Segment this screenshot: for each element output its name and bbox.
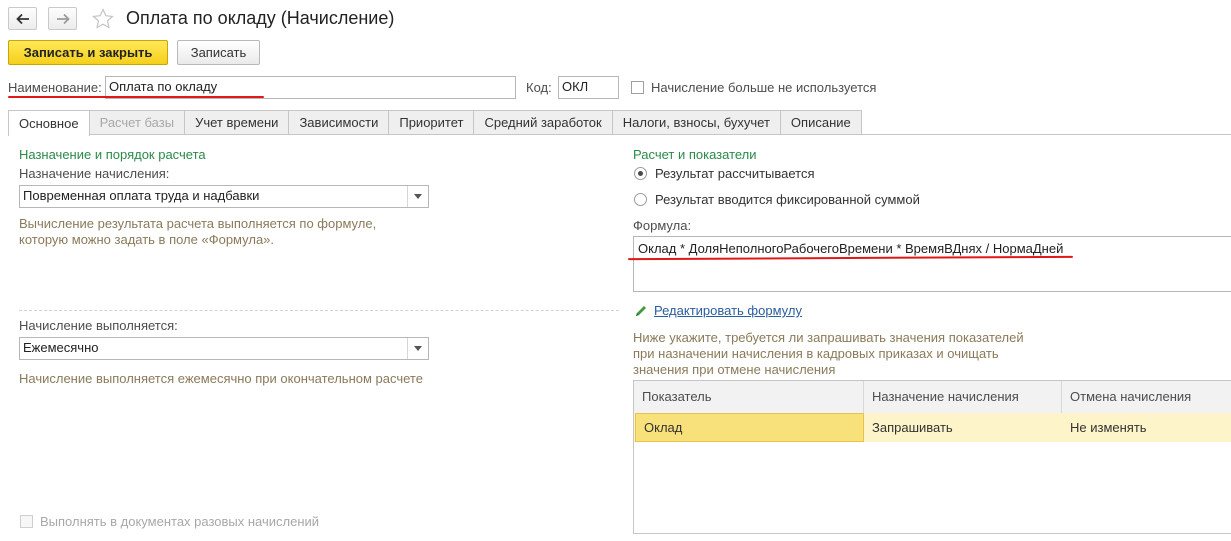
radio-result-fixed[interactable]	[634, 193, 647, 206]
chevron-down-icon	[414, 346, 422, 351]
page-title: Оплата по окладу (Начисление)	[126, 8, 395, 28]
table-cell-indicator[interactable]: Оклад	[635, 413, 864, 442]
tab-taxes[interactable]: Налоги, взносы, бухучет	[611, 110, 781, 134]
radio-result-calculated-label: Результат рассчитывается	[655, 166, 815, 181]
formula-label: Формула:	[633, 218, 692, 233]
edit-formula-link[interactable]: Редактировать формулу	[654, 303, 802, 318]
purpose-select-value: Повременная оплата труда и надбавки	[23, 188, 260, 203]
name-label: Наименование:	[8, 80, 102, 95]
annotation-underline-name	[8, 96, 264, 98]
save-and-close-button[interactable]: Записать и закрыть	[8, 40, 168, 65]
indicators-table[interactable]: Показатель Назначение начисления Отмена …	[633, 380, 1231, 534]
tab-divider	[8, 134, 1231, 135]
performed-select[interactable]: Ежемесячно	[19, 337, 429, 360]
arrow-right-icon	[56, 13, 70, 24]
purpose-dropdown-button[interactable]	[407, 186, 428, 207]
indicators-hint-line-1: Ниже укажите, требуется ли запрашивать з…	[633, 330, 1024, 345]
column-header-indicator[interactable]: Показатель	[634, 381, 864, 413]
calc-section-title: Расчет и показатели	[633, 147, 757, 162]
performed-dropdown-button[interactable]	[407, 338, 428, 359]
table-header: Показатель Назначение начисления Отмена …	[634, 381, 1231, 414]
table-cell-cancellation[interactable]: Не изменять	[1062, 413, 1231, 442]
one-time-label: Выполнять в документах разовых начислени…	[40, 514, 320, 529]
tab-main[interactable]: Основное	[8, 110, 90, 136]
tab-base-calculation[interactable]: Расчет базы	[88, 110, 186, 134]
radio-result-fixed-label: Результат вводится фиксированной суммой	[655, 192, 920, 207]
table-cell-assignment[interactable]: Запрашивать	[864, 413, 1062, 442]
pencil-icon	[636, 306, 646, 316]
purpose-select[interactable]: Повременная оплата труда и надбавки	[19, 185, 429, 208]
indicators-hint-line-3: значения при отмене начисления	[633, 362, 836, 377]
indicators-hint-line-2: при назначении начисления в кадровых при…	[633, 346, 999, 361]
purpose-hint-line-2: которую можно задать в поле «Формула».	[19, 232, 275, 247]
purpose-label: Назначение начисления:	[19, 166, 170, 181]
forward-button[interactable]	[48, 7, 77, 30]
code-label: Код:	[526, 80, 552, 95]
purpose-section-title: Назначение и порядок расчета	[19, 147, 206, 162]
star-icon[interactable]	[92, 8, 114, 29]
performed-select-value: Ежемесячно	[23, 340, 99, 355]
tab-priority[interactable]: Приоритет	[388, 110, 475, 134]
back-button[interactable]	[8, 7, 37, 30]
column-header-assignment[interactable]: Назначение начисления	[864, 381, 1062, 413]
purpose-hint-line-1: Вычисление результата расчета выполняетс…	[19, 216, 377, 231]
arrow-left-icon	[15, 13, 29, 24]
unused-checkbox[interactable]	[631, 81, 644, 94]
tab-dependencies[interactable]: Зависимости	[288, 110, 390, 134]
code-field[interactable]: ОКЛ	[558, 76, 619, 99]
unused-label: Начисление больше не используется	[651, 80, 877, 95]
one-time-checkbox[interactable]	[20, 515, 33, 528]
chevron-down-icon	[414, 194, 422, 199]
column-header-cancellation[interactable]: Отмена начисления	[1062, 381, 1231, 413]
radio-result-calculated[interactable]	[634, 167, 647, 180]
tab-average-earnings[interactable]: Средний заработок	[473, 110, 613, 134]
tab-time-accounting[interactable]: Учет времени	[184, 110, 290, 134]
performed-hint: Начисление выполняется ежемесячно при ок…	[19, 371, 423, 386]
save-button[interactable]: Записать	[177, 40, 260, 65]
section-divider	[19, 310, 619, 311]
tab-description[interactable]: Описание	[779, 110, 862, 134]
table-row[interactable]: Оклад Запрашивать Не изменять	[634, 413, 1231, 442]
formula-field[interactable]: Оклад * ДоляНеполногоРабочегоВремени * В…	[633, 236, 1231, 292]
performed-label: Начисление выполняется:	[19, 318, 178, 333]
tab-bar: Основное Расчет базы Учет времени Зависи…	[8, 110, 862, 136]
